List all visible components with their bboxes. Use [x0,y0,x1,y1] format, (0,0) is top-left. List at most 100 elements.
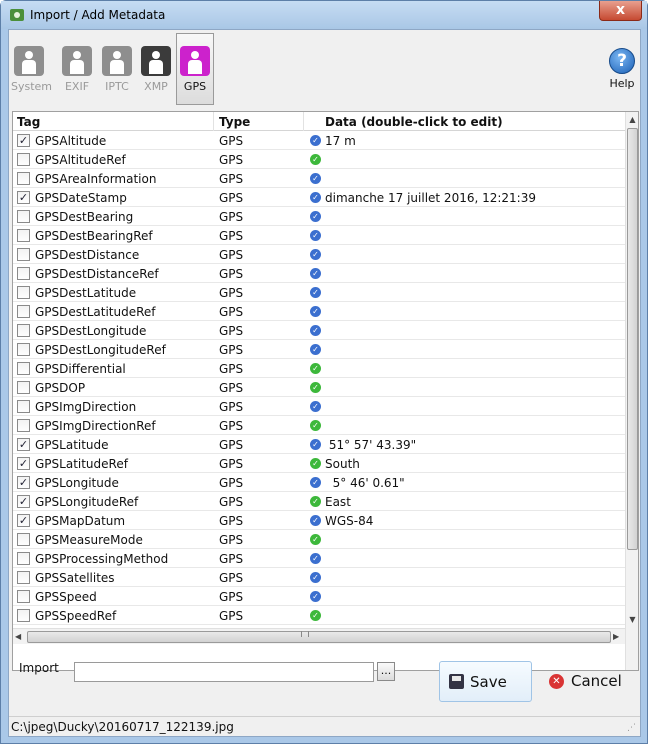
save-button[interactable]: Save [439,661,532,702]
row-checkbox[interactable] [17,267,30,280]
column-header-data[interactable]: Data (double-click to edit) [325,115,503,129]
status-check-icon: ✓ [310,534,321,545]
tag-cell: GPSDifferential [35,362,126,376]
scroll-left-icon[interactable]: ◀ [15,629,21,645]
tab-xmp[interactable]: XMP [138,34,174,104]
row-checkbox[interactable] [17,343,30,356]
table-row[interactable]: GPSDOP GPS ✓ [13,378,625,397]
row-checkbox[interactable] [17,552,30,565]
data-cell[interactable]: dimanche 17 juillet 2016, 12:21:39 [325,191,536,205]
row-checkbox[interactable]: ✓ [17,495,30,508]
table-row[interactable]: GPSAreaInformation GPS ✓ [13,169,625,188]
row-checkbox[interactable]: ✓ [17,514,30,527]
cancel-button[interactable]: ✕ Cancel [539,661,629,702]
row-checkbox[interactable]: ✓ [17,438,30,451]
row-checkbox[interactable] [17,172,30,185]
row-checkbox[interactable] [17,400,30,413]
row-checkbox[interactable]: ✓ [17,476,30,489]
table-row[interactable]: ✓ GPSLatitudeRef GPS ✓ South [13,454,625,473]
table-row[interactable]: GPSAltitudeRef GPS ✓ [13,150,625,169]
vertical-scrollbar[interactable]: ▲ ▼ [625,112,638,670]
table-row[interactable]: ✓ GPSLatitude GPS ✓ 51° 57' 43.39" [13,435,625,454]
type-cell: GPS [219,191,244,205]
row-checkbox[interactable] [17,229,30,242]
tab-gps[interactable]: GPS [176,33,214,105]
row-checkbox[interactable] [17,305,30,318]
table-row[interactable]: GPSDestDistanceRef GPS ✓ [13,264,625,283]
row-checkbox[interactable] [17,533,30,546]
data-cell[interactable]: 51° 57' 43.39" [325,438,416,452]
person-icon [180,46,210,76]
row-checkbox[interactable] [17,609,30,622]
row-checkbox[interactable] [17,381,30,394]
table-row[interactable]: GPSImgDirection GPS ✓ [13,397,625,416]
type-cell: GPS [219,343,244,357]
row-checkbox[interactable] [17,324,30,337]
browse-button[interactable]: ... [377,662,395,681]
table-row[interactable]: GPSMeasureMode GPS ✓ [13,530,625,549]
data-cell[interactable]: 5° 46' 0.61" [325,476,405,490]
row-checkbox[interactable]: ✓ [17,457,30,470]
horizontal-scroll-thumb[interactable] [27,631,611,643]
tag-cell: GPSDestBearing [35,210,134,224]
row-checkbox[interactable] [17,590,30,603]
row-checkbox[interactable] [17,419,30,432]
table-row[interactable]: GPSDestDistance GPS ✓ [13,245,625,264]
horizontal-scrollbar[interactable]: ◀ ▶ [13,628,625,644]
floppy-disk-icon [449,674,464,689]
scroll-up-icon[interactable]: ▲ [626,112,638,128]
table-row[interactable]: GPSSpeed GPS ✓ [13,587,625,606]
status-check-icon: ✓ [310,553,321,564]
resize-grip-icon[interactable]: ⋰ [627,723,637,733]
table-row[interactable]: ✓ GPSMapDatum GPS ✓ WGS-84 [13,511,625,530]
tab-system[interactable]: System [11,34,52,104]
data-cell[interactable]: South [325,457,360,471]
table-row[interactable]: GPSProcessingMethod GPS ✓ [13,549,625,568]
table-row[interactable]: GPSDestBearingRef GPS ✓ [13,226,625,245]
table-row[interactable]: GPSImgDirectionRef GPS ✓ [13,416,625,435]
row-checkbox[interactable] [17,571,30,584]
table-row[interactable]: ✓ GPSLongitude GPS ✓ 5° 46' 0.61" [13,473,625,492]
table-row[interactable]: GPSSatellites GPS ✓ [13,568,625,587]
scroll-down-icon[interactable]: ▼ [626,612,638,628]
tag-cell: GPSMeasureMode [35,533,143,547]
status-check-icon: ✓ [310,572,321,583]
table-row[interactable]: GPSDestLatitude GPS ✓ [13,283,625,302]
row-checkbox[interactable] [17,286,30,299]
vertical-scroll-thumb[interactable] [627,128,638,550]
column-header-type[interactable]: Type [219,115,250,129]
import-path-input[interactable] [74,662,374,682]
tab-exif[interactable]: EXIF [59,34,95,104]
table-row[interactable]: GPSDestLongitudeRef GPS ✓ [13,340,625,359]
table-row[interactable]: GPSSpeedRef GPS ✓ [13,606,625,625]
help-button[interactable]: ? Help [607,48,637,90]
type-cell: GPS [219,590,244,604]
close-button[interactable]: x [599,1,642,21]
status-check-icon: ✓ [310,420,321,431]
data-cell[interactable]: 17 m [325,134,356,148]
status-check-icon: ✓ [310,344,321,355]
data-cell[interactable]: East [325,495,351,509]
row-checkbox[interactable] [17,248,30,261]
row-checkbox[interactable] [17,153,30,166]
data-cell[interactable]: WGS-84 [325,514,373,528]
row-checkbox[interactable]: ✓ [17,134,30,147]
tab-iptc[interactable]: IPTC [99,34,135,104]
tag-cell: GPSDateStamp [35,191,127,205]
table-row[interactable]: GPSDifferential GPS ✓ [13,359,625,378]
table-row[interactable]: GPSDestBearing GPS ✓ [13,207,625,226]
table-row[interactable]: ✓ GPSDateStamp GPS ✓ dimanche 17 juillet 201… [13,188,625,207]
tag-cell: GPSDOP [35,381,86,395]
table-row[interactable]: GPSDestLongitude GPS ✓ [13,321,625,340]
status-bar: C:\jpeg\Ducky\20160717_122139.jpg ⋰ [9,716,640,736]
table-row[interactable]: GPSDestLatitudeRef GPS ✓ [13,302,625,321]
row-checkbox[interactable] [17,210,30,223]
row-checkbox[interactable] [17,362,30,375]
row-checkbox[interactable]: ✓ [17,191,30,204]
scroll-right-icon[interactable]: ▶ [613,629,619,645]
table-row[interactable]: ✓ GPSLongitudeRef GPS ✓ East [13,492,625,511]
column-header-tag[interactable]: Tag [17,115,40,129]
tag-cell: GPSDestLatitudeRef [35,305,156,319]
table-row[interactable]: ✓ GPSAltitude GPS ✓ 17 m [13,131,625,150]
tag-cell: GPSSpeedRef [35,609,117,623]
